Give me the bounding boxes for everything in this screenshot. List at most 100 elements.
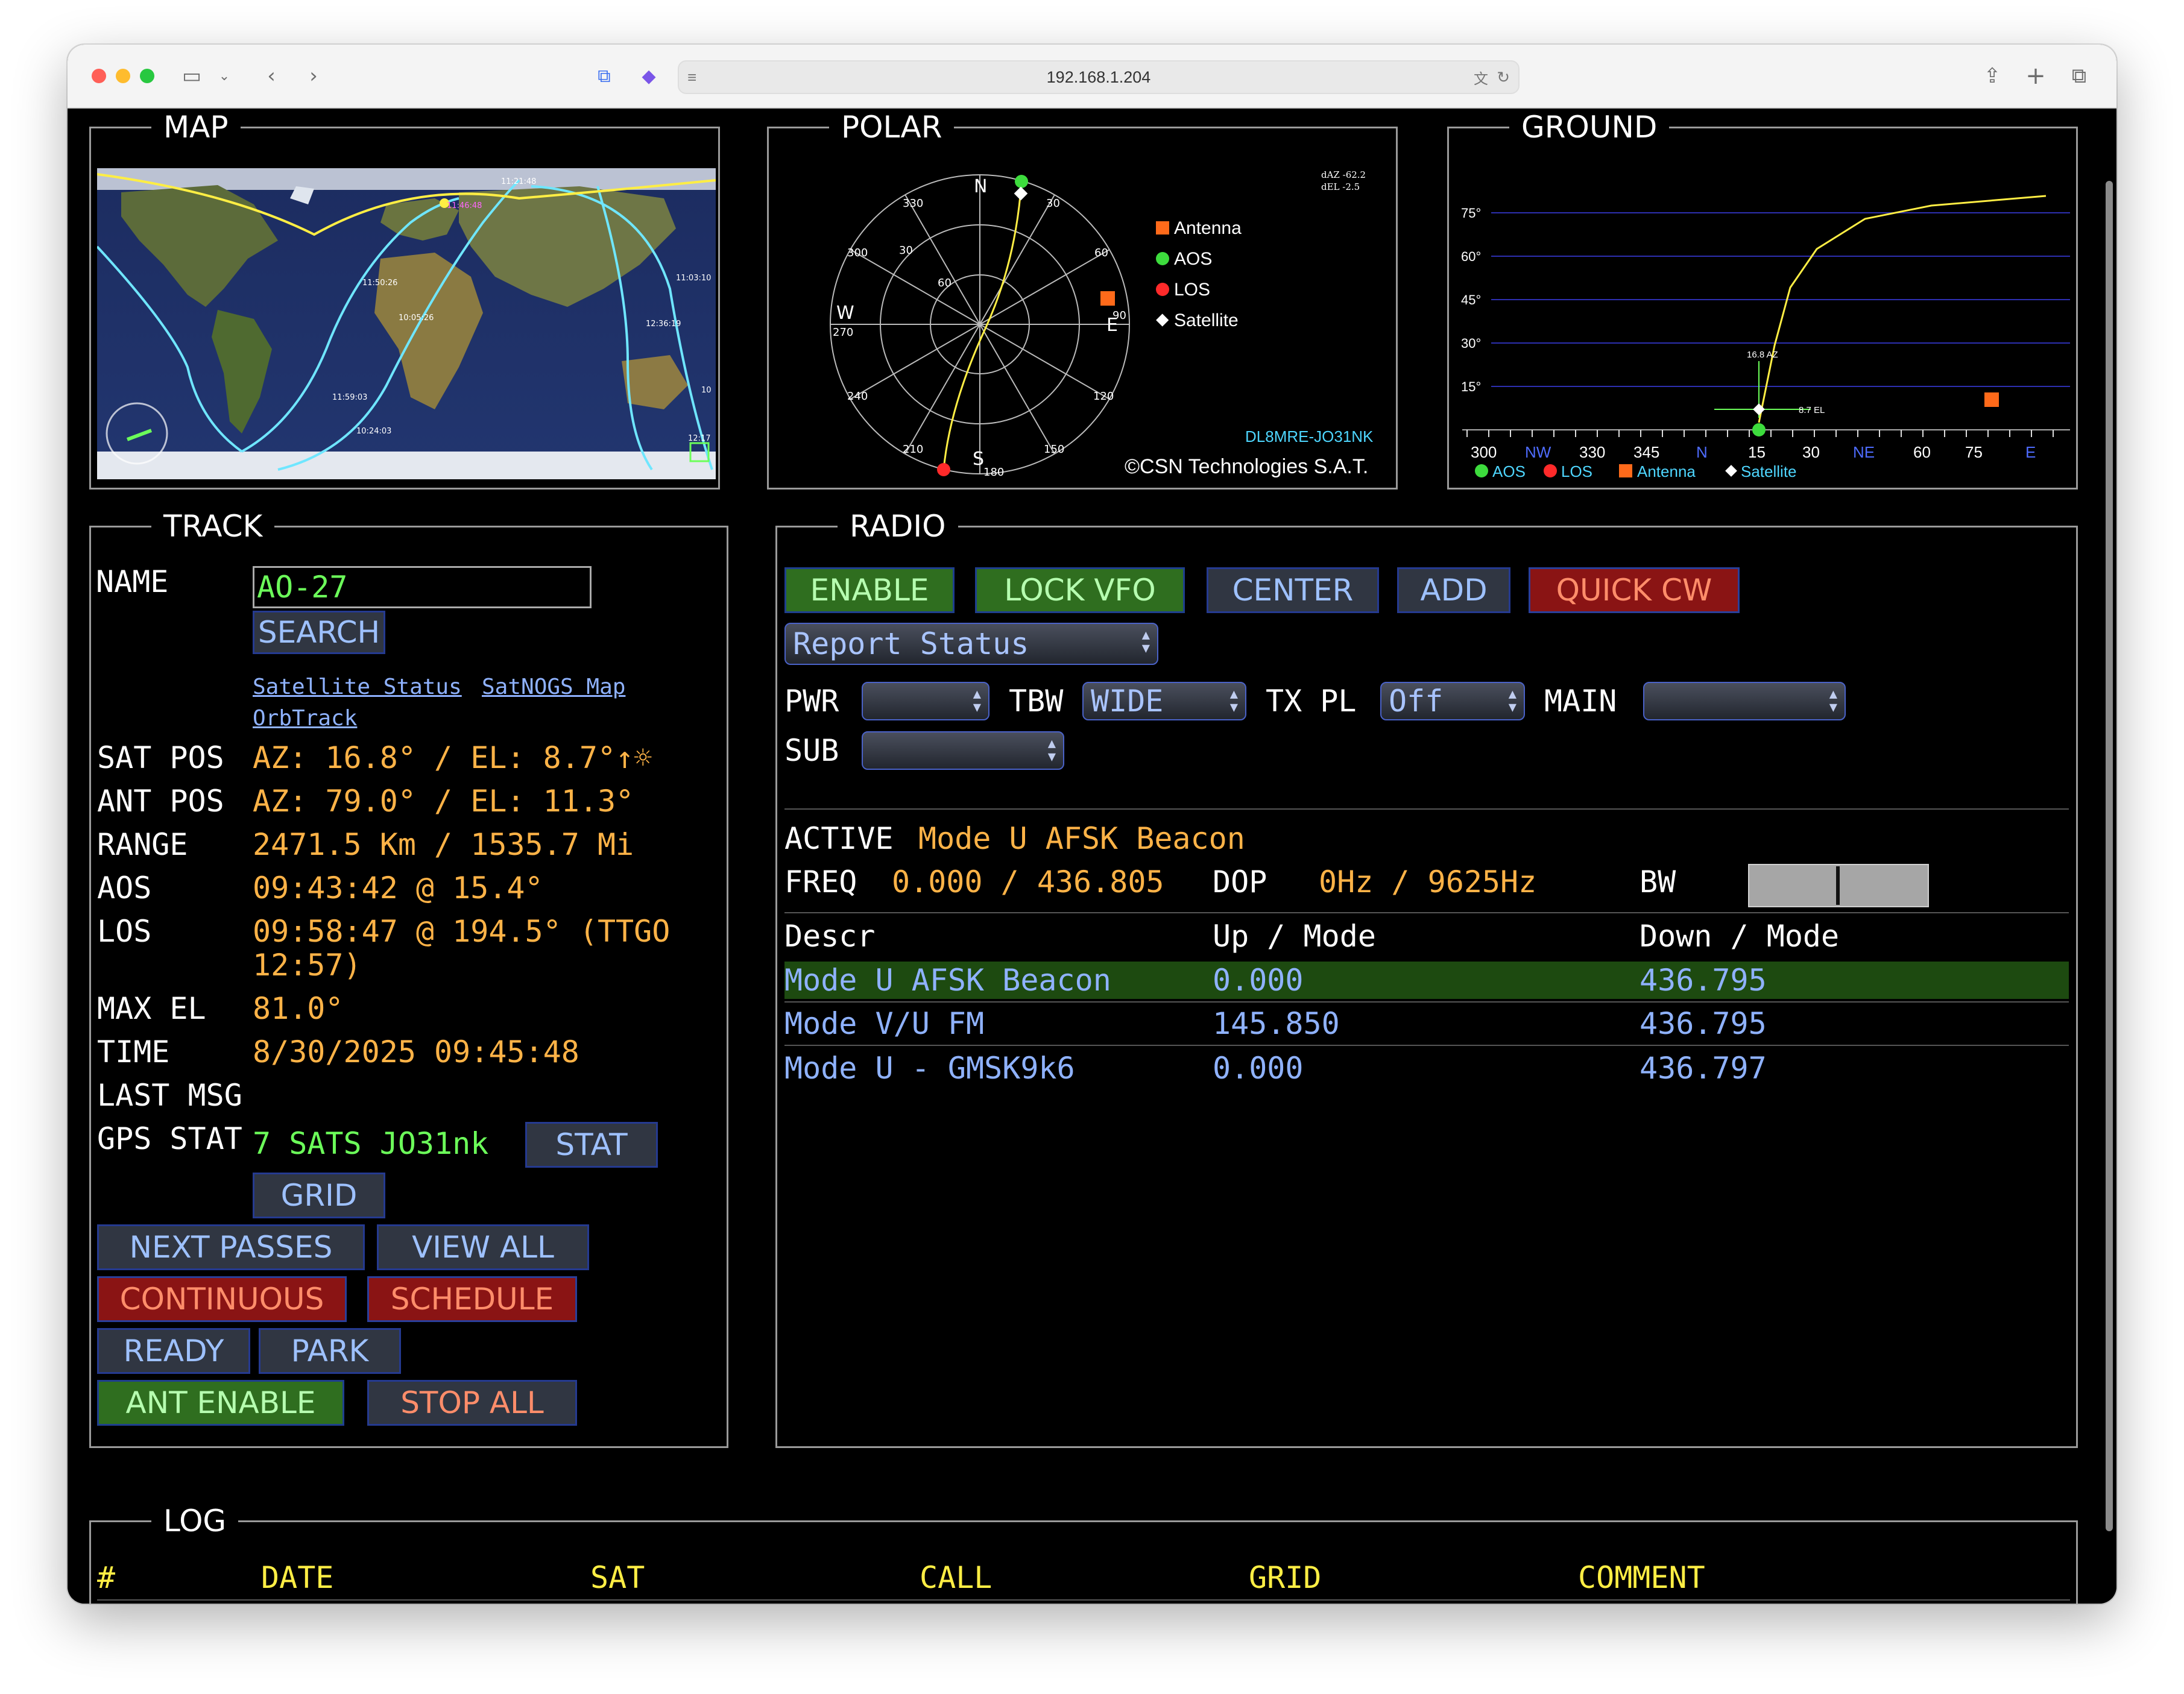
scrollbar[interactable] xyxy=(2106,181,2113,1531)
grid-button[interactable]: GRID xyxy=(253,1173,385,1218)
polar-del: dEL -2.5 xyxy=(1321,181,1360,192)
ground-x-tick: NW xyxy=(1525,443,1551,461)
browser-toolbar: ▭ ⌄ ‹ › ⧉ ◆ ≡ 192.168.1.204 文 ↻ ⇪ + ⧉ xyxy=(68,45,2116,109)
park-button[interactable]: PARK xyxy=(259,1328,401,1374)
chevron-down-icon[interactable]: ⌄ xyxy=(207,59,241,93)
divider xyxy=(97,1599,2070,1601)
world-map[interactable]: 11:21:48 11:46:48 11:50:26 11:03:10 10:0… xyxy=(97,168,716,479)
ground-x-tick: 300 xyxy=(1471,443,1497,461)
map-title: MAP xyxy=(151,109,241,145)
mode-row[interactable]: Mode V/U FM 145.850 436.795 xyxy=(784,1005,2069,1042)
map-time-label: 11:59:03 xyxy=(332,393,367,402)
quick-cw-button[interactable]: QUICK CW xyxy=(1529,567,1740,613)
sidebar-icon[interactable]: ▭ xyxy=(175,59,209,93)
next-passes-button[interactable]: NEXT PASSES xyxy=(97,1224,365,1270)
ground-legend-los: LOS xyxy=(1561,462,1592,480)
report-status-select[interactable]: Report Status ▲ ▼ xyxy=(784,623,1158,665)
mode-row[interactable]: Mode U - GMSK9k6 0.000 436.797 xyxy=(784,1050,2069,1087)
track-panel: TRACK NAME AO-27 SEARCH Satellite Status… xyxy=(89,508,728,1448)
ground-el-label: 8.7 EL xyxy=(1799,405,1825,415)
log-panel: LOG # DATE SAT CALL GRID COMMENT xyxy=(89,1503,2078,1604)
back-icon[interactable]: ‹ xyxy=(254,59,288,93)
zoom-window-button[interactable] xyxy=(140,69,154,83)
share-icon[interactable]: ⇪ xyxy=(1975,59,2009,93)
polar-degree: 90 xyxy=(1113,309,1126,322)
minimize-window-button[interactable] xyxy=(116,69,130,83)
polar-plot[interactable]: N E S W 330 30 300 60 270 90 240 120 210… xyxy=(769,128,1396,488)
close-window-button[interactable] xyxy=(92,69,106,83)
search-button[interactable]: SEARCH xyxy=(253,611,385,654)
add-button[interactable]: ADD xyxy=(1397,567,1510,613)
los-value: 09:58:47 @ 194.5° (TTGO xyxy=(253,914,671,949)
range-label: RANGE xyxy=(97,827,188,862)
dop-value: 0Hz / 9625Hz xyxy=(1319,864,1537,899)
map-time-label: 11:50:26 xyxy=(362,279,397,288)
ground-x-tick: 330 xyxy=(1579,443,1605,461)
sub-select[interactable]: ▲ ▼ xyxy=(862,731,1064,770)
tbw-value: WIDE xyxy=(1091,684,1164,719)
ground-legend-antenna: Antenna xyxy=(1637,462,1696,480)
radio-panel: RADIO ENABLE LOCK VFO CENTER ADD QUICK C… xyxy=(775,508,2078,1448)
new-tab-icon[interactable]: + xyxy=(2019,59,2053,93)
enable-button[interactable]: ENABLE xyxy=(784,567,955,613)
tx-pl-select[interactable]: Off ▲ ▼ xyxy=(1380,682,1525,720)
ground-y-tick: 15° xyxy=(1461,379,1481,394)
map-time-label: 11:03:10 xyxy=(676,274,711,283)
orbtrack-link[interactable]: OrbTrack xyxy=(253,706,357,731)
extension-link-icon[interactable]: ⧉ xyxy=(587,59,621,93)
translate-icon[interactable]: 文 xyxy=(1474,67,1488,88)
ready-button[interactable]: READY xyxy=(97,1328,250,1374)
mode-row-selected[interactable]: Mode U AFSK Beacon 0.000 436.795 xyxy=(784,962,2069,999)
select-arrows-icon: ▲ ▼ xyxy=(973,687,981,715)
ground-plot[interactable]: 75° 60° 45° 30° 15° 300 NW 330 345 N 15 … xyxy=(1449,128,2076,488)
bw-slider-handle[interactable] xyxy=(1836,866,1840,905)
pwr-select[interactable]: ▲ ▼ xyxy=(862,682,989,720)
map-time-label: 10:24:03 xyxy=(356,427,391,436)
freq-value: 0.000 / 436.805 xyxy=(892,864,1164,899)
log-header-date: DATE xyxy=(261,1560,334,1595)
select-arrows-icon: ▲ ▼ xyxy=(1508,687,1516,715)
polar-panel: POLAR N E S W 330 30 300 60 270 90 240 1… xyxy=(767,109,1398,490)
ant-enable-button[interactable]: ANT ENABLE xyxy=(97,1380,344,1426)
los-value-continued: 12:57) xyxy=(253,948,362,983)
pwr-label: PWR xyxy=(784,684,839,719)
name-input[interactable]: AO-27 xyxy=(253,566,592,608)
time-label: TIME xyxy=(97,1034,170,1069)
mode-up: 145.850 xyxy=(1213,1006,1340,1041)
track-title: TRACK xyxy=(151,508,275,544)
url-text: 192.168.1.204 xyxy=(1046,68,1151,86)
log-header-grid: GRID xyxy=(1249,1560,1322,1595)
satellite-status-link[interactable]: Satellite Status xyxy=(253,675,462,699)
lock-vfo-button[interactable]: LOCK VFO xyxy=(975,567,1185,613)
main-select[interactable]: ▲ ▼ xyxy=(1643,682,1846,720)
reload-icon[interactable]: ↻ xyxy=(1497,68,1510,87)
bw-slider[interactable] xyxy=(1748,864,1929,907)
gps-stat-button[interactable]: STAT xyxy=(525,1122,658,1168)
mode-down: 436.795 xyxy=(1640,1006,1767,1041)
polar-callsign: DL8MRE-JO31NK xyxy=(1245,427,1374,446)
mode-up: 0.000 xyxy=(1213,1051,1304,1086)
address-bar[interactable]: ≡ 192.168.1.204 文 ↻ xyxy=(678,60,1520,94)
center-button[interactable]: CENTER xyxy=(1207,567,1379,613)
satnogs-map-link[interactable]: SatNOGS Map xyxy=(482,675,625,699)
page-menu-icon[interactable]: ≡ xyxy=(687,68,696,87)
view-all-button[interactable]: VIEW ALL xyxy=(377,1224,589,1270)
tbw-label: TBW xyxy=(1009,684,1064,719)
ground-y-tick: 30° xyxy=(1461,336,1481,351)
tab-overview-icon[interactable]: ⧉ xyxy=(2062,59,2096,93)
ground-x-tick: NE xyxy=(1853,443,1875,461)
forward-icon[interactable]: › xyxy=(297,59,330,93)
browser-window: ▭ ⌄ ‹ › ⧉ ◆ ≡ 192.168.1.204 文 ↻ ⇪ + ⧉ MA… xyxy=(68,45,2116,1604)
gps-stat-label: GPS STAT xyxy=(97,1121,242,1156)
divider xyxy=(784,1045,2069,1046)
last-msg-label: LAST MSG xyxy=(97,1078,242,1113)
stop-all-button[interactable]: STOP ALL xyxy=(367,1380,577,1426)
tbw-select[interactable]: WIDE ▲ ▼ xyxy=(1082,682,1246,720)
ground-x-tick: 345 xyxy=(1633,443,1659,461)
bw-label: BW xyxy=(1640,864,1676,899)
continuous-button[interactable]: CONTINUOUS xyxy=(97,1276,347,1322)
up-mode-header: Up / Mode xyxy=(1213,919,1376,954)
schedule-button[interactable]: SCHEDULE xyxy=(367,1276,577,1322)
legend-satellite: Satellite xyxy=(1174,310,1239,330)
extension-drop-icon[interactable]: ◆ xyxy=(632,59,666,93)
